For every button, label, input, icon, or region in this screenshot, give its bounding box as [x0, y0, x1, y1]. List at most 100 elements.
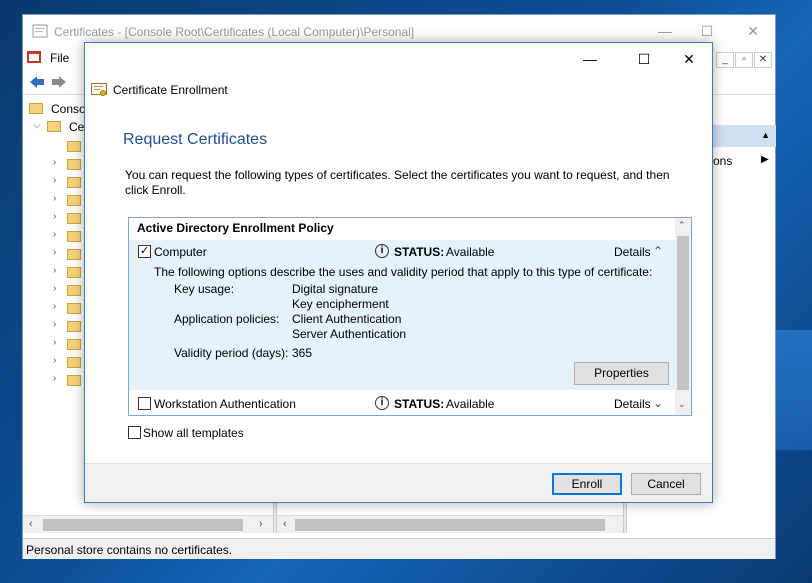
show-all-templates-checkbox[interactable]: [128, 426, 141, 439]
folder-icon: [67, 159, 81, 171]
page-description: You can request the following types of c…: [125, 168, 670, 197]
validity-label: Validity period (days):: [174, 346, 289, 360]
actions-more-label[interactable]: ons: [713, 154, 732, 168]
close-icon[interactable]: ✕: [743, 21, 763, 41]
scroll-thumb[interactable]: [677, 236, 689, 390]
chevron-right-icon[interactable]: ›: [53, 157, 56, 168]
statusbar: Personal store contains no certificates.: [23, 538, 775, 559]
tree-folder[interactable]: ›: [53, 193, 81, 209]
inner-close-icon[interactable]: ✕: [754, 52, 772, 68]
scroll-thumb[interactable]: [43, 519, 243, 531]
status-label: STATUS:: [394, 397, 445, 411]
collapse-up-icon[interactable]: ▲: [761, 130, 770, 140]
policy-header: Active Directory Enrollment Policy: [137, 221, 334, 235]
tree-folder[interactable]: ›: [53, 301, 81, 317]
app-policies-label: Application policies:: [174, 312, 280, 326]
computer-checkbox[interactable]: ✓: [138, 245, 151, 258]
folder-icon: [67, 285, 81, 297]
chevron-down-icon[interactable]: ⌵: [33, 120, 41, 131]
tree-hscrollbar[interactable]: ‹ ›: [23, 515, 273, 533]
scroll-left-icon[interactable]: ‹: [29, 518, 33, 530]
scroll-thumb[interactable]: [295, 519, 605, 531]
tree-folder[interactable]: ›: [53, 337, 81, 353]
folder-icon: [67, 267, 81, 279]
chevron-right-icon[interactable]: ›: [53, 301, 56, 312]
properties-button[interactable]: Properties: [574, 362, 669, 385]
minimize-icon[interactable]: —: [655, 21, 675, 41]
show-all-templates-label[interactable]: Show all templates: [143, 426, 244, 440]
chevron-right-icon[interactable]: ›: [53, 319, 56, 330]
dialog-maximize-icon[interactable]: ☐: [633, 49, 655, 69]
tree-folder[interactable]: ›: [53, 157, 81, 173]
chevron-right-icon[interactable]: ›: [53, 355, 56, 366]
folder-icon: [67, 177, 81, 189]
scroll-down-icon[interactable]: ⌄: [678, 399, 686, 410]
item-name: Workstation Authentication: [154, 397, 296, 411]
folder-icon: [67, 213, 81, 225]
folder-icon: [67, 339, 81, 351]
detail-intro: The following options describe the uses …: [154, 265, 653, 279]
chevron-right-icon[interactable]: ›: [53, 175, 56, 186]
cert-store-icon: [47, 121, 61, 133]
certificate-enrollment-dialog: — ☐ ✕ Certificate Enrollment Request Cer…: [84, 42, 713, 503]
content-hscrollbar[interactable]: ‹: [277, 515, 623, 533]
inner-restore-icon[interactable]: ▫: [735, 52, 753, 68]
tree-folder[interactable]: ›: [53, 175, 81, 191]
actions-header[interactable]: ▲: [713, 125, 776, 147]
chevron-right-icon[interactable]: ›: [53, 265, 56, 276]
console-icon: [27, 51, 41, 63]
folder-icon: [67, 141, 81, 153]
tree-folder[interactable]: ›: [53, 355, 81, 371]
dialog-close-icon[interactable]: ✕: [678, 49, 700, 69]
chevron-right-icon[interactable]: ›: [53, 337, 56, 348]
info-status-icon: i: [375, 244, 389, 258]
tree-folder[interactable]: ›: [53, 319, 81, 335]
enrollment-policy-list: Active Directory Enrollment Policy ✓ Com…: [128, 217, 692, 416]
details-toggle[interactable]: Details: [614, 397, 651, 411]
chevron-right-icon[interactable]: ›: [53, 373, 56, 384]
scroll-right-icon[interactable]: ›: [259, 518, 263, 530]
chevron-up-icon[interactable]: ⌃: [653, 244, 663, 258]
tree-folder[interactable]: ›: [53, 229, 81, 245]
enroll-button[interactable]: Enroll: [552, 473, 622, 495]
list-item-computer[interactable]: ✓ Computer i STATUS: Available Details ⌃…: [129, 240, 675, 390]
chevron-right-icon[interactable]: ›: [53, 247, 56, 258]
folder-icon: [67, 195, 81, 207]
key-usage-value: Digital signature: [292, 282, 379, 296]
submenu-arrow-icon[interactable]: ▶: [761, 154, 769, 165]
chevron-right-icon[interactable]: ›: [53, 211, 56, 222]
workstation-auth-checkbox[interactable]: [138, 397, 151, 410]
back-arrow-icon[interactable]: [29, 75, 45, 89]
chevron-right-icon[interactable]: ›: [53, 229, 56, 240]
info-status-icon: i: [375, 396, 389, 410]
forward-arrow-icon[interactable]: [51, 75, 67, 89]
tree-folder[interactable]: ›: [53, 247, 81, 263]
maximize-icon[interactable]: ☐: [697, 21, 717, 41]
chevron-right-icon[interactable]: ›: [53, 283, 56, 294]
folder-icon: [67, 303, 81, 315]
menu-file[interactable]: File: [50, 51, 69, 65]
tree-personal-folder[interactable]: [67, 139, 81, 155]
scroll-up-icon[interactable]: ⌃: [678, 220, 686, 231]
inner-minimize-icon[interactable]: _: [716, 52, 734, 68]
dialog-minimize-icon[interactable]: —: [579, 49, 601, 69]
tree-folder[interactable]: ›: [53, 283, 81, 299]
scroll-left-icon[interactable]: ‹: [283, 518, 287, 530]
tree-folder[interactable]: ›: [53, 373, 81, 389]
folder-icon: [67, 321, 81, 333]
details-toggle[interactable]: Details: [614, 245, 651, 259]
tree-certificates[interactable]: ⌵ Ce: [33, 119, 84, 135]
folder-icon: [67, 357, 81, 369]
tree-console-root[interactable]: Conso: [29, 101, 86, 117]
folder-icon: [67, 249, 81, 261]
policy-scrollbar[interactable]: ⌃ ⌄: [675, 218, 691, 415]
cancel-button[interactable]: Cancel: [631, 473, 701, 495]
certificate-icon: [91, 83, 107, 96]
list-item-workstation-auth[interactable]: Workstation Authentication i STATUS: Ava…: [129, 392, 675, 414]
key-usage-label: Key usage:: [174, 282, 235, 296]
tree-folder[interactable]: ›: [53, 265, 81, 281]
mmc-title: Certificates - [Console Root\Certificate…: [54, 25, 415, 39]
chevron-right-icon[interactable]: ›: [53, 193, 56, 204]
chevron-down-icon[interactable]: ⌄: [653, 396, 663, 410]
tree-folder[interactable]: ›: [53, 211, 81, 227]
